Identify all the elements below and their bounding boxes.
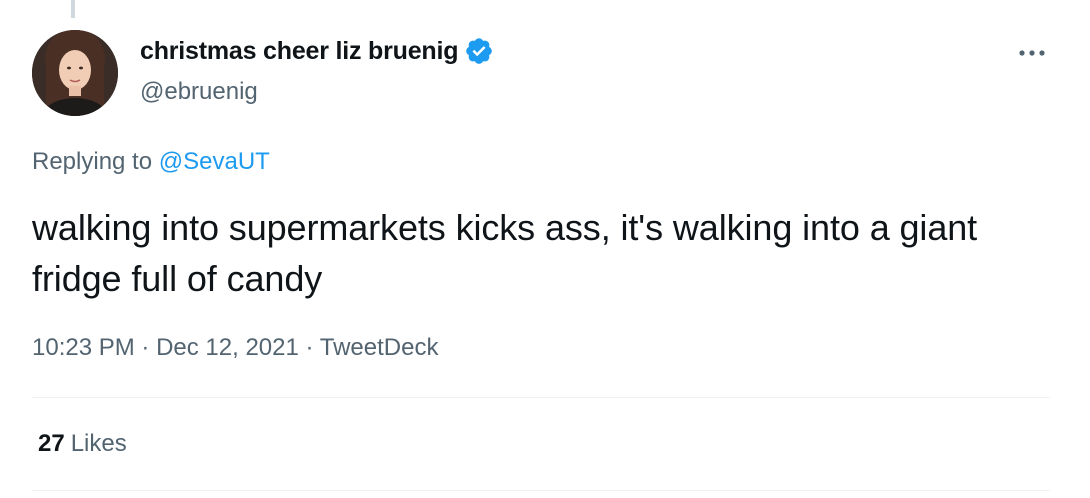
user-avatar[interactable] <box>32 30 118 116</box>
reply-context: Replying to @SevaUT <box>32 148 270 176</box>
tweet-meta: 10:23 PM · Dec 12, 2021 · TweetDeck <box>32 334 438 362</box>
meta-separator: · <box>141 334 150 361</box>
tweet-source[interactable]: TweetDeck <box>320 334 439 361</box>
author-display-name[interactable]: christmas cheer liz bruenig <box>140 37 459 66</box>
divider <box>32 490 1050 491</box>
author-name-row: christmas cheer liz bruenig <box>140 36 494 66</box>
reply-context-prefix: Replying to <box>32 148 153 175</box>
tweet-time[interactable]: 10:23 PM <box>32 334 135 361</box>
avatar-image <box>32 30 118 116</box>
divider <box>32 397 1050 398</box>
thread-connector-line <box>71 0 75 18</box>
likes-label: Likes <box>70 430 127 457</box>
tweet-date[interactable]: Dec 12, 2021 <box>156 334 299 361</box>
tweet-text: walking into supermarkets kicks ass, it'… <box>32 207 978 299</box>
author-handle[interactable]: @ebruenig <box>140 78 258 106</box>
reply-mention-link[interactable]: @SevaUT <box>159 148 270 175</box>
meta-separator: · <box>305 334 314 361</box>
verified-badge-icon <box>466 38 493 64</box>
more-icon[interactable] <box>1012 38 1052 68</box>
likes-count: 27 <box>38 430 65 457</box>
likes-stat[interactable]: 27 Likes <box>38 430 127 458</box>
